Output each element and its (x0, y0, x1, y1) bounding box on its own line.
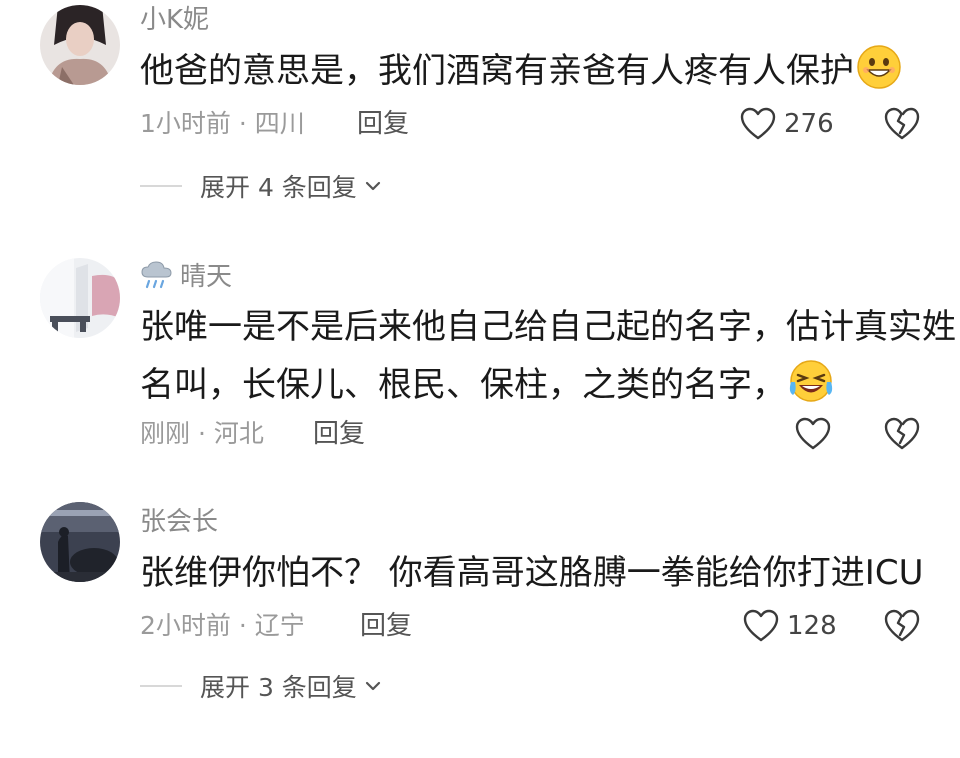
comment-location: 四川 (254, 109, 305, 138)
chevron-down-icon (365, 681, 380, 691)
comment-time: 2小时前 (140, 611, 231, 640)
comment-meta: 1小时前 · 四川 (140, 108, 305, 140)
comment-text: 他爸的意思是，我们酒窝有亲爸有人疼有人保护 (140, 42, 902, 100)
comment-list: 小K妮 他爸的意思是，我们酒窝有亲爸有人疼有人保护 1小时前 · 四川 回复 2… (0, 0, 960, 758)
comment-line: 名叫，长保儿、根民、保柱，之类的名字， (140, 365, 786, 405)
broken-heart-icon (884, 107, 920, 140)
meta-separator: · (230, 109, 255, 138)
expand-replies-label: 展开 4 条回复 (200, 173, 357, 202)
comment-line: 他爸的意思是，我们酒窝有亲爸有人疼有人保护 (140, 51, 854, 91)
heart-icon (795, 417, 831, 450)
expand-replies-button[interactable]: 展开 4 条回复 (140, 170, 383, 202)
username-row[interactable]: 晴天 (140, 260, 232, 293)
rain-cloud-icon (140, 260, 174, 290)
divider-line (140, 185, 182, 187)
reply-button[interactable]: 回复 (357, 108, 409, 140)
laughing-crying-face-icon (788, 358, 834, 404)
broken-heart-icon (884, 417, 920, 450)
like-button[interactable] (795, 414, 831, 454)
like-button[interactable]: 276 (740, 104, 834, 144)
meta-separator: · (190, 419, 214, 448)
comment-text: 张唯一是不是后来他自己给自己起的名字，估计真实姓 名叫，长保儿、根民、保柱，之类… (140, 298, 956, 414)
comment-meta: 刚刚 · 河北 (140, 418, 264, 450)
comment-location: 河北 (213, 419, 264, 448)
dislike-button[interactable] (884, 608, 920, 644)
comment-text: 张维伊你怕不？ 你看高哥这胳膊一拳能给你打进ICU (140, 544, 923, 602)
heart-icon (740, 107, 776, 140)
dislike-button[interactable] (884, 416, 920, 452)
comment-line: 张唯一是不是后来他自己给自己起的名字，估计真实姓 (140, 307, 956, 347)
comment-meta: 2小时前 · 辽宁 (140, 610, 305, 642)
heart-icon (743, 609, 779, 642)
username[interactable]: 小K妮 (140, 4, 209, 36)
comment-line: 张维伊你怕不？ 你看高哥这胳膊一拳能给你打进ICU (140, 553, 924, 593)
chevron-down-icon (365, 181, 380, 191)
comment-time: 刚刚 (140, 419, 191, 448)
avatar[interactable] (40, 502, 120, 582)
avatar[interactable] (40, 5, 120, 85)
like-count: 128 (787, 611, 837, 641)
dislike-button[interactable] (884, 106, 920, 142)
expand-replies-label: 展开 3 条回复 (200, 673, 357, 702)
like-button[interactable]: 128 (743, 606, 837, 646)
reply-button[interactable]: 回复 (313, 418, 365, 450)
username[interactable]: 张会长 (140, 506, 218, 538)
username: 晴天 (180, 262, 233, 292)
like-count: 276 (784, 109, 834, 139)
divider-line (140, 685, 182, 687)
broken-heart-icon (884, 609, 920, 642)
expand-replies-button[interactable]: 展开 3 条回复 (140, 670, 383, 702)
avatar[interactable] (40, 258, 120, 338)
grinning-face-icon (856, 44, 902, 90)
comment-time: 1小时前 (140, 109, 231, 138)
meta-separator: · (230, 611, 255, 640)
comment-location: 辽宁 (254, 611, 305, 640)
reply-button[interactable]: 回复 (360, 610, 412, 642)
